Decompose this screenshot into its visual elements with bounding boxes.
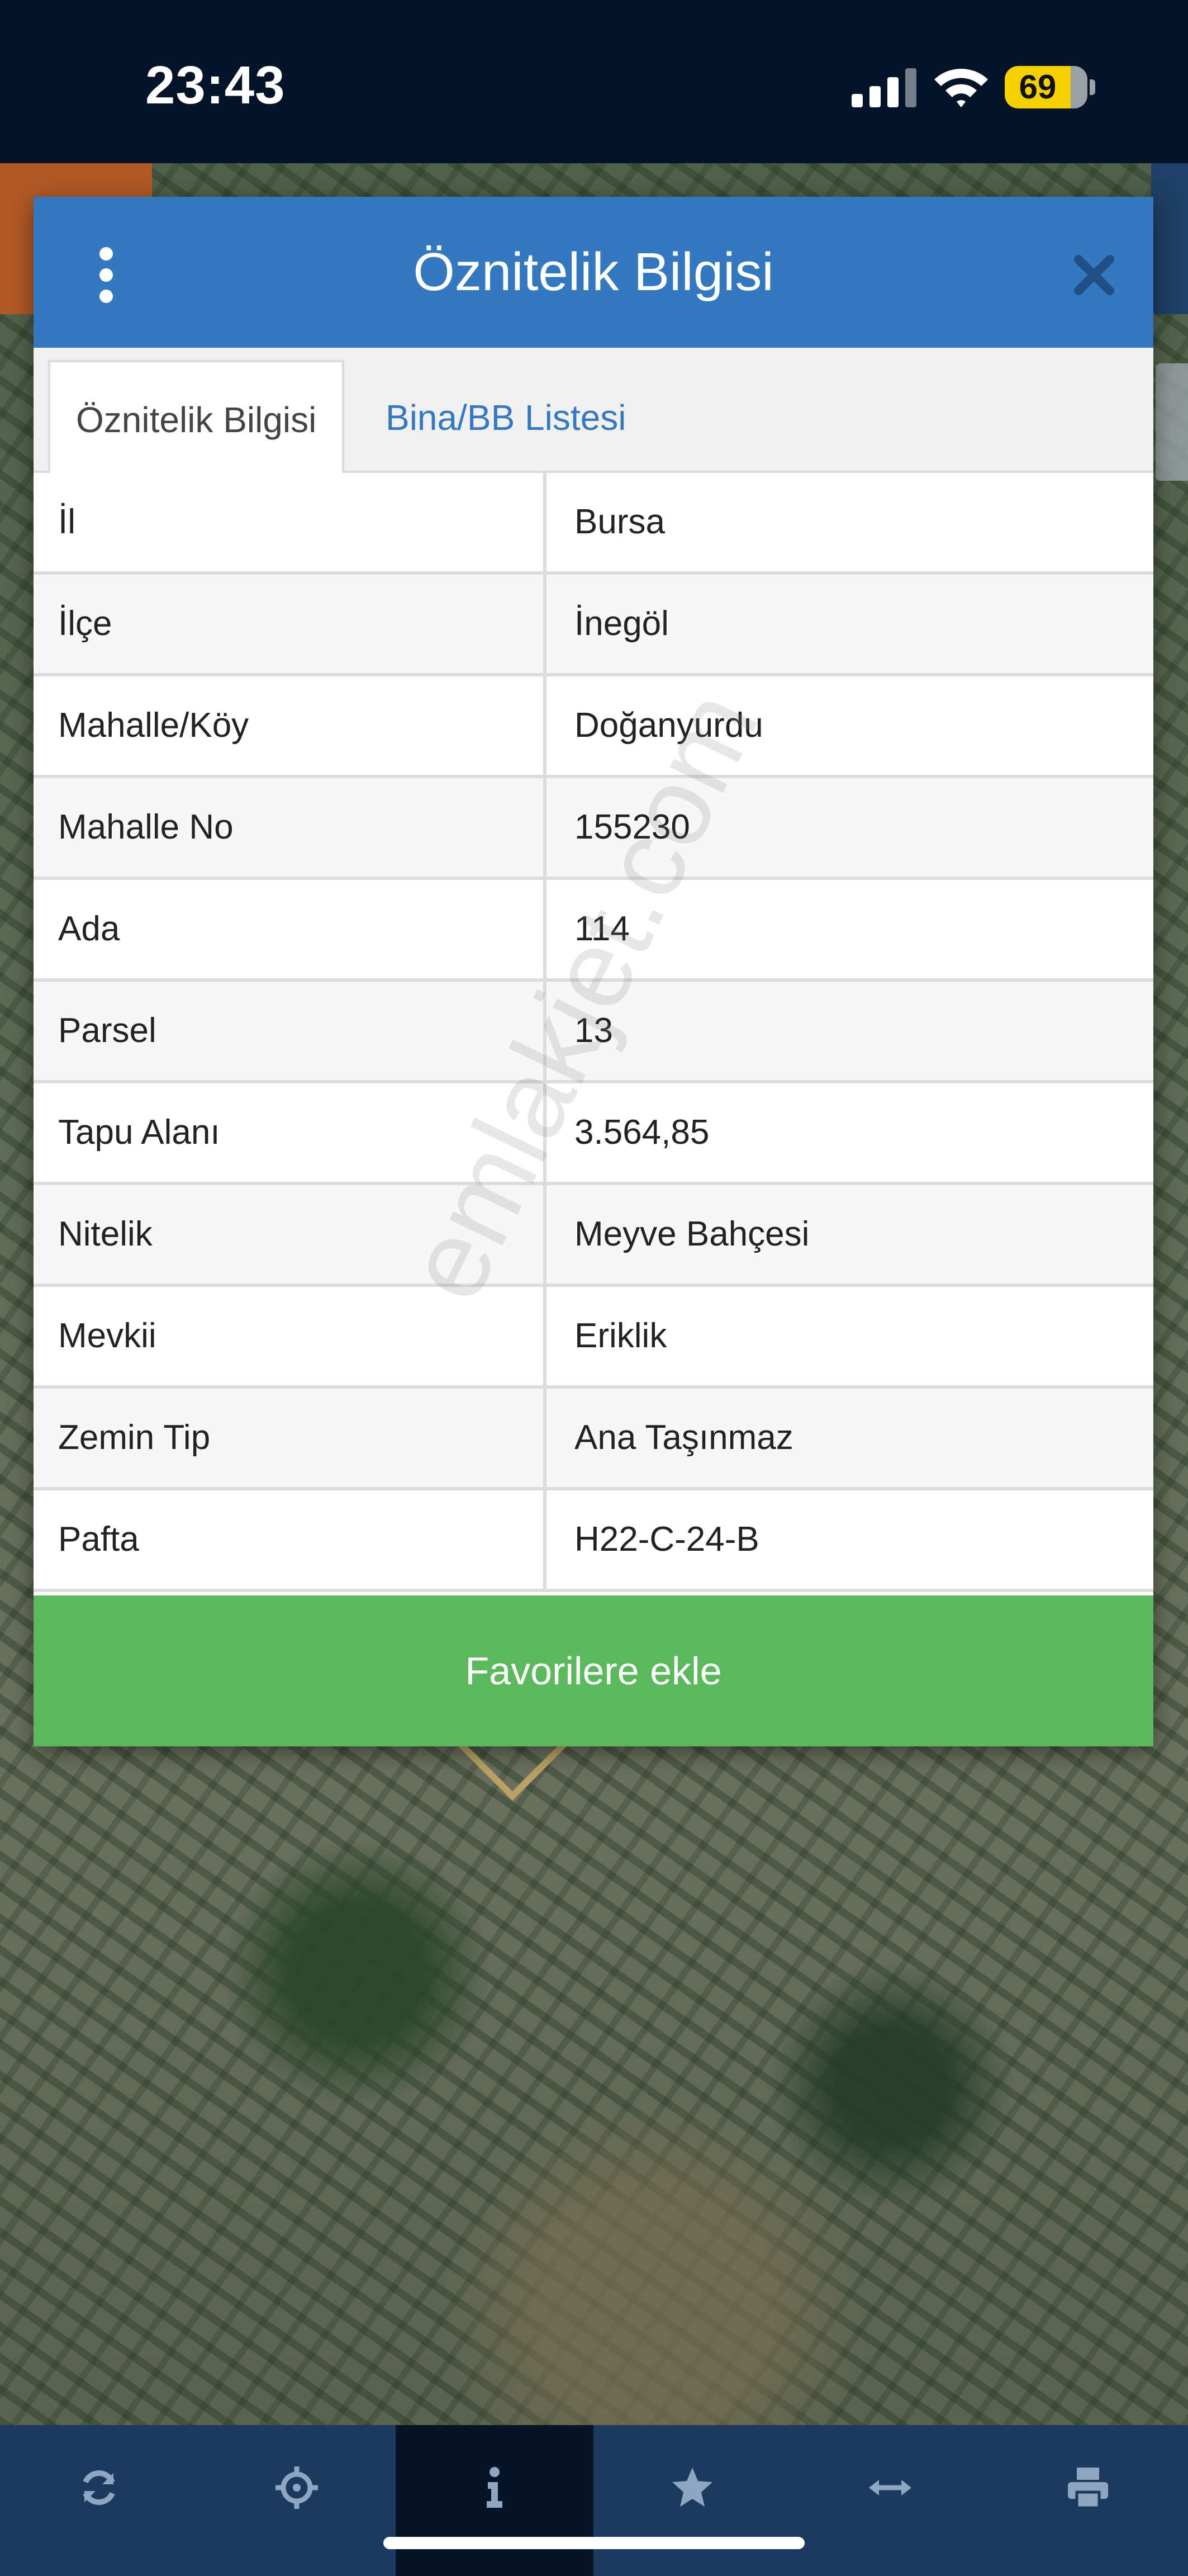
row-label: Zemin Tip <box>34 1389 547 1487</box>
home-indicator[interactable] <box>383 2537 805 2549</box>
attribute-dialog: Öznitelik Bilgisi Öznitelik Bilgisi Bina… <box>34 197 1153 1746</box>
locate-crosshair-icon <box>275 2466 318 2509</box>
tab-bar: Öznitelik Bilgisi Bina/BB Listesi <box>34 348 1153 475</box>
row-label: İl <box>34 473 547 571</box>
row-label: Ada <box>34 880 547 978</box>
info-icon <box>487 2467 502 2508</box>
table-row: Pafta H22-C-24-B <box>34 1490 1153 1592</box>
row-label: Nitelik <box>34 1185 547 1284</box>
row-label: Tapu Alanı <box>34 1083 547 1182</box>
row-label: Pafta <box>34 1490 547 1589</box>
row-value: Bursa <box>574 503 665 541</box>
map-side-handle[interactable] <box>1156 363 1188 481</box>
row-label: Parsel <box>34 982 547 1080</box>
table-row: Ada 114 <box>34 880 1153 982</box>
measure-arrows-icon <box>869 2480 911 2496</box>
close-icon[interactable] <box>1072 253 1116 297</box>
dialog-header: Öznitelik Bilgisi <box>34 197 1153 348</box>
row-value: 3.564,85 <box>574 1113 710 1152</box>
locate-button[interactable] <box>198 2425 396 2576</box>
row-value: Meyve Bahçesi <box>574 1215 810 1253</box>
wifi-icon <box>934 68 988 107</box>
info-button[interactable] <box>396 2425 593 2576</box>
measure-button[interactable] <box>791 2425 989 2576</box>
refresh-button[interactable] <box>0 2425 198 2576</box>
dialog-title: Öznitelik Bilgisi <box>413 242 774 302</box>
status-bar: 23:43 69 <box>0 0 1188 163</box>
row-value: İnegöl <box>574 604 669 643</box>
table-row: Zemin Tip Ana Taşınmaz <box>34 1389 1153 1490</box>
map-overlay-panel-right <box>1151 163 1188 314</box>
battery-tip <box>1090 79 1095 95</box>
tab-oznitelik-bilgisi[interactable]: Öznitelik Bilgisi <box>48 360 345 475</box>
print-icon <box>1068 2468 1108 2509</box>
attribute-table: İl Bursa İlçe İnegöl Mahalle/Köy Doğanyu… <box>34 473 1153 1592</box>
row-value: Ana Taşınmaz <box>574 1418 793 1457</box>
add-to-favorites-button[interactable]: Favorilere ekle <box>34 1595 1153 1746</box>
refresh-icon <box>83 2470 115 2505</box>
kebab-menu-icon[interactable] <box>89 247 123 303</box>
table-row: Tapu Alanı 3.564,85 <box>34 1083 1153 1185</box>
battery-icon: 69 <box>1005 66 1087 108</box>
row-value: 155230 <box>574 808 690 846</box>
status-time: 23:43 <box>145 55 286 115</box>
row-value: 13 <box>574 1011 613 1050</box>
table-row: Mahalle No 155230 <box>34 778 1153 880</box>
star-icon <box>672 2468 712 2507</box>
row-value: H22-C-24-B <box>574 1520 759 1559</box>
table-row: İlçe İnegöl <box>34 575 1153 676</box>
row-label: İlçe <box>34 575 547 673</box>
table-row: Mahalle/Köy Doğanyurdu <box>34 676 1153 778</box>
row-value: 114 <box>574 910 630 948</box>
favorites-button[interactable] <box>593 2425 791 2576</box>
tab-bina-bb-listesi[interactable]: Bina/BB Listesi <box>360 360 652 475</box>
table-row: Mevkii Eriklik <box>34 1287 1153 1389</box>
table-row: İl Bursa <box>34 473 1153 575</box>
bottom-toolbar <box>0 2425 1188 2576</box>
row-label: Mahalle No <box>34 778 547 877</box>
row-value: Eriklik <box>574 1317 667 1355</box>
row-value: Doğanyurdu <box>574 706 763 745</box>
cellular-signal-icon <box>852 68 916 107</box>
battery-level: 69 <box>1019 68 1057 106</box>
table-row: Nitelik Meyve Bahçesi <box>34 1185 1153 1287</box>
row-label: Mahalle/Köy <box>34 676 547 775</box>
print-button[interactable] <box>989 2425 1187 2576</box>
row-label: Mevkii <box>34 1287 547 1385</box>
table-row: Parsel 13 <box>34 982 1153 1083</box>
